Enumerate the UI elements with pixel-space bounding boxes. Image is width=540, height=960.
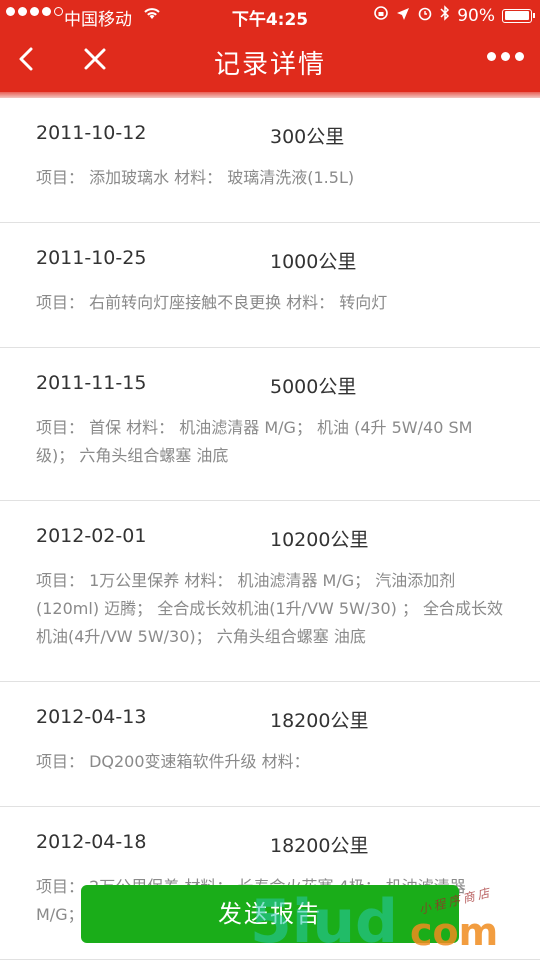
record-detail: 项目： 添加玻璃水 材料： 玻璃清洗液(1.5L) bbox=[36, 168, 355, 187]
alarm-icon bbox=[417, 5, 433, 26]
nav-bar: 记录详情 bbox=[0, 30, 540, 92]
record-detail: 项目： 右前转向灯座接触不良更换 材料： 转向灯 bbox=[36, 293, 388, 312]
record-mileage: 18200公里 bbox=[270, 835, 369, 857]
rotation-lock-icon bbox=[373, 5, 389, 26]
record-detail: 项目： 首保 材料： 机油滤清器 M/G； 机油 (4升 5W/40 SM级)；… bbox=[36, 418, 473, 465]
record-date: 2011-10-25 bbox=[36, 247, 147, 269]
record-item[interactable]: 2011-10-12 300公里 项目： 添加玻璃水 材料： 玻璃清洗液(1.5L… bbox=[0, 98, 540, 223]
record-date: 2011-11-15 bbox=[36, 372, 147, 394]
record-detail: 项目： DQ200变速箱软件升级 材料： bbox=[36, 752, 310, 771]
battery-icon bbox=[502, 8, 535, 23]
record-item[interactable]: 2011-10-25 1000公里 项目： 右前转向灯座接触不良更换 材料： 转向… bbox=[0, 223, 540, 348]
record-date: 2012-04-13 bbox=[36, 706, 147, 728]
record-mileage: 18200公里 bbox=[270, 710, 369, 732]
record-mileage: 10200公里 bbox=[270, 529, 369, 551]
status-bar: 中国移动 下午4:25 90% bbox=[0, 0, 540, 30]
record-detail: 项目： 1万公里保养 材料： 机油滤清器 M/G； 汽油添加剂(120ml) 迈… bbox=[36, 571, 504, 646]
record-mileage: 300公里 bbox=[270, 126, 345, 148]
record-date: 2011-10-12 bbox=[36, 122, 147, 144]
record-date: 2012-04-18 bbox=[36, 831, 147, 853]
location-icon bbox=[396, 6, 410, 26]
battery-percent: 90% bbox=[457, 5, 495, 26]
record-item[interactable]: 2012-04-13 18200公里 项目： DQ200变速箱软件升级 材料： bbox=[0, 682, 540, 807]
record-mileage: 5000公里 bbox=[270, 376, 357, 398]
record-item[interactable]: 2011-11-15 5000公里 项目： 首保 材料： 机油滤清器 M/G； 机… bbox=[0, 348, 540, 501]
record-mileage: 1000公里 bbox=[270, 251, 357, 273]
record-list: 2011-10-12 300公里 项目： 添加玻璃水 材料： 玻璃清洗液(1.5L… bbox=[0, 98, 540, 960]
record-item[interactable]: 2012-02-01 10200公里 项目： 1万公里保养 材料： 机油滤清器 M… bbox=[0, 501, 540, 682]
page-title: 记录详情 bbox=[213, 50, 326, 80]
bluetooth-icon bbox=[440, 5, 450, 26]
record-date: 2012-02-01 bbox=[36, 525, 147, 547]
watermark-logo: 5iud bbox=[250, 887, 398, 957]
watermark-com: com bbox=[410, 910, 499, 954]
more-icon[interactable] bbox=[487, 52, 524, 61]
